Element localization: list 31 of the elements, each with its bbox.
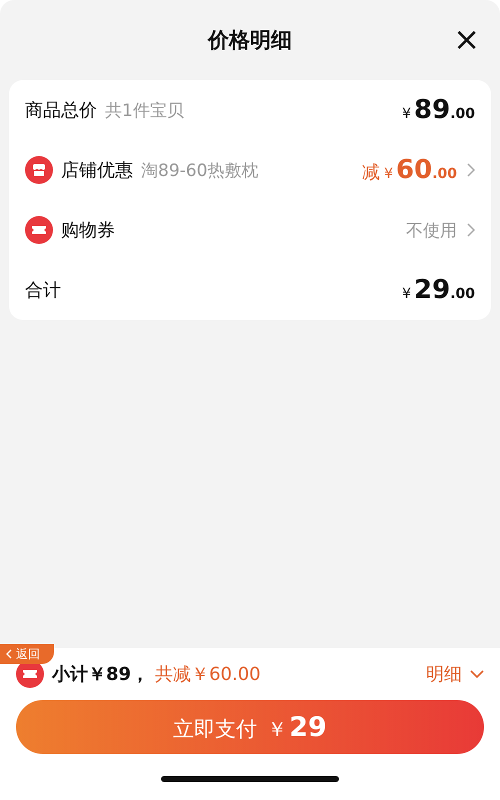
price-amount: 60 [396, 155, 432, 185]
discount-label: 减 [362, 161, 380, 184]
price-amount: 29 [414, 275, 450, 305]
pay-button[interactable]: 立即支付 ￥29 [16, 700, 484, 754]
chevron-down-icon [470, 670, 484, 678]
row-note: 共1件宝贝 [105, 100, 184, 122]
row-note: 淘89-60热敷枕 [141, 160, 258, 182]
row-label: 合计 [25, 279, 61, 302]
ticket-icon [25, 216, 53, 244]
close-button[interactable]: × [453, 22, 480, 56]
row-label: 购物券 [61, 219, 115, 242]
price-cents: .00 [450, 286, 475, 302]
row-value: 不使用 [406, 220, 457, 242]
discount-total: 共减￥60.00 [155, 663, 261, 686]
subtotal-text: 小计￥89， [52, 663, 150, 686]
currency-sign: ¥ [402, 286, 411, 302]
currency-sign: ¥ [402, 106, 411, 122]
price-cents: .00 [432, 166, 457, 182]
back-tab[interactable]: 返回 [0, 644, 54, 664]
chevron-right-icon[interactable] [467, 163, 475, 177]
chevron-left-icon [6, 649, 12, 659]
currency-sign: ¥ [384, 166, 393, 182]
price-amount: 89 [414, 95, 450, 125]
row-label: 商品总价 [25, 99, 97, 122]
back-label[interactable]: 返回 [16, 646, 40, 662]
chevron-right-icon[interactable] [467, 223, 475, 237]
price-cents: .00 [450, 106, 475, 122]
sheet-title: 价格明细 [208, 27, 292, 54]
shop-icon [25, 156, 53, 184]
details-toggle[interactable]: 明细 [426, 662, 484, 686]
row-label: 店铺优惠 [61, 159, 133, 182]
